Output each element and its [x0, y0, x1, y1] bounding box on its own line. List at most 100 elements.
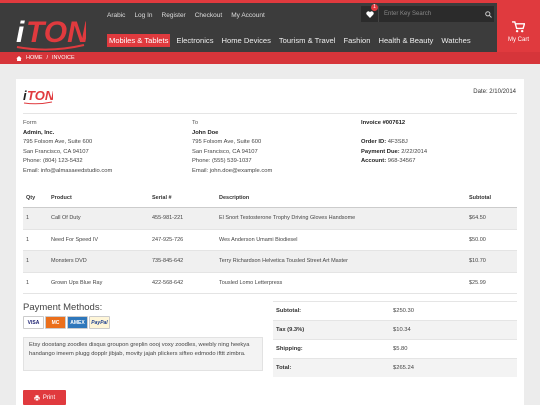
subtotal-value: $250.30	[393, 308, 414, 314]
shipping-label: Shipping:	[276, 346, 303, 352]
nav-mobiles-tablets[interactable]: Mobiles & Tablets	[107, 34, 171, 47]
cell-description: Wes Anderson Umami Biodiesel	[219, 236, 298, 243]
from-address: Form Admin, Inc. 795 Folsom Ave, Suite 6…	[23, 119, 112, 177]
top-links: Arabic Log In Register Checkout My Accou…	[107, 12, 265, 19]
from-label: Form	[23, 120, 37, 126]
payment-methods-title: Payment Methods:	[23, 302, 103, 313]
to-phone: Phone: (555) 539-1037	[192, 158, 252, 165]
nav-home-devices[interactable]: Home Devices	[220, 34, 273, 47]
payment-due-label: Payment Due:	[361, 148, 400, 155]
print-button[interactable]: Print	[23, 390, 66, 405]
toplink-checkout[interactable]: Checkout	[195, 12, 222, 19]
cell-product: Grown Ups Blue Ray	[51, 279, 103, 286]
paypal-icon: PayPal	[89, 316, 110, 329]
amex-icon: AMEX	[67, 316, 88, 329]
subtotal-label: Subtotal:	[276, 308, 302, 314]
cell-qty: 1	[26, 258, 30, 265]
cell-subtotal: $25.99	[469, 279, 486, 286]
nav-tourism-travel[interactable]: Tourism & Travel	[277, 34, 338, 47]
totals-row: Total: $265.24	[273, 358, 517, 377]
cell-qty: 1	[26, 279, 30, 286]
payment-card-icons: VISA MC AMEX PayPal	[23, 316, 110, 329]
svg-text:TON: TON	[27, 88, 53, 103]
site-header: i TON Arabic Log In Register Checkout My…	[0, 0, 540, 60]
divider	[23, 113, 517, 114]
mastercard-icon: MC	[45, 316, 66, 329]
nav-electronics[interactable]: Electronics	[174, 34, 215, 47]
payment-note: Etsy doostang zoodles disqus groupon gre…	[23, 337, 263, 371]
col-description: Description	[219, 195, 250, 201]
invoice-number: Invoice #007612	[361, 120, 406, 126]
cell-product: Need For Speed IV	[51, 236, 99, 243]
invoice-date: Date: 2/10/2014	[473, 89, 516, 95]
search-button[interactable]	[482, 6, 494, 22]
toplink-register[interactable]: Register	[162, 12, 186, 19]
from-email: Email: info@almasaeedstudio.com	[23, 167, 113, 174]
nav-watches[interactable]: Watches	[439, 34, 472, 47]
cell-qty: 1	[26, 236, 30, 243]
cell-product: Monsters DVD	[51, 258, 87, 265]
col-qty: Qty	[26, 195, 36, 201]
main-nav: Mobiles & Tablets Electronics Home Devic…	[107, 34, 473, 47]
svg-text:i: i	[16, 16, 25, 49]
to-address2: San Francisco, CA 94107	[192, 148, 258, 155]
cell-qty: 1	[26, 215, 30, 222]
invoice-logo: i TON	[23, 88, 53, 105]
table-row: 1 Monsters DVD 735-845-642 Terry Richard…	[23, 251, 517, 273]
invoice-table: Qty Product Serial # Description Subtota…	[23, 189, 517, 294]
to-label: To	[192, 120, 199, 126]
toplink-my-account[interactable]: My Account	[231, 12, 265, 19]
from-address1: 795 Folsom Ave, Suite 600	[23, 139, 93, 146]
heart-icon	[365, 10, 374, 18]
cell-subtotal: $10.70	[469, 258, 486, 265]
cart-icon	[512, 20, 525, 32]
payment-due-value: 2/22/2014	[401, 148, 428, 155]
search-bar: 1 Enter Key Search	[361, 4, 494, 22]
search-icon	[484, 10, 492, 18]
col-serial: Serial #	[152, 195, 172, 201]
nav-health-beauty[interactable]: Health & Beauty	[376, 34, 435, 47]
cell-serial: 735-845-642	[152, 258, 184, 265]
cell-description: Tousled Lomo Letterpress	[219, 279, 283, 286]
toplink-arabic[interactable]: Arabic	[107, 12, 125, 19]
to-name: John Doe	[192, 129, 219, 136]
invoice-card: i TON Date: 2/10/2014 Form Admin, Inc. 7…	[16, 79, 524, 405]
from-name: Admin, Inc.	[23, 129, 55, 136]
table-row: 1 Grown Ups Blue Ray 422-568-642 Tousled…	[23, 273, 517, 294]
total-value: $265.24	[393, 365, 414, 371]
cell-serial: 422-568-642	[152, 279, 184, 286]
cart-label: My Cart	[508, 36, 529, 43]
cell-product: Call Of Duty	[51, 215, 81, 222]
cell-subtotal: $64.50	[469, 215, 486, 222]
breadcrumb: HOME / INVOICE	[0, 52, 540, 64]
table-header: Qty Product Serial # Description Subtota…	[23, 189, 517, 208]
from-phone: Phone: (804) 123-5432	[23, 158, 83, 165]
table-row: 1 Call Of Duty 455-981-221 El Snort Test…	[23, 208, 517, 230]
cell-serial: 247-925-726	[152, 236, 184, 243]
cell-subtotal: $50.00	[469, 236, 486, 243]
cell-description: El Snort Testosterone Trophy Driving Glo…	[219, 215, 356, 222]
breadcrumb-current: INVOICE	[52, 55, 75, 61]
cell-serial: 455-981-221	[152, 215, 184, 222]
svg-text:TON: TON	[26, 16, 86, 49]
toplink-login[interactable]: Log In	[134, 12, 152, 19]
cell-description: Terry Richardson Helvetica Tousled Stree…	[219, 258, 348, 265]
print-label: Print	[42, 394, 56, 401]
totals-row: Shipping: $5.80	[273, 339, 517, 358]
col-subtotal: Subtotal	[469, 195, 491, 201]
totals-table: Subtotal: $250.30 Tax (9.3%) $10.34 Ship…	[273, 301, 517, 377]
search-input[interactable]: Enter Key Search	[378, 6, 482, 22]
tax-label: Tax (9.3%)	[276, 327, 305, 333]
invoice-meta: Invoice #007612 Order ID: 4F3S8J Payment…	[361, 119, 427, 167]
brand-logo[interactable]: i TON	[14, 9, 86, 53]
nav-fashion[interactable]: Fashion	[341, 34, 372, 47]
account-label: Account:	[361, 158, 387, 165]
wishlist-button[interactable]: 1	[361, 4, 378, 22]
to-email: Email: john.doe@example.com	[192, 167, 273, 174]
shipping-value: $5.80	[393, 346, 408, 352]
to-address: To John Doe 795 Folsom Ave, Suite 600 Sa…	[192, 119, 272, 177]
total-label: Total:	[276, 365, 292, 371]
breadcrumb-home[interactable]: HOME	[26, 55, 43, 61]
order-id-value: 4F3S8J	[387, 139, 408, 146]
account-value: 968-34567	[387, 158, 416, 165]
